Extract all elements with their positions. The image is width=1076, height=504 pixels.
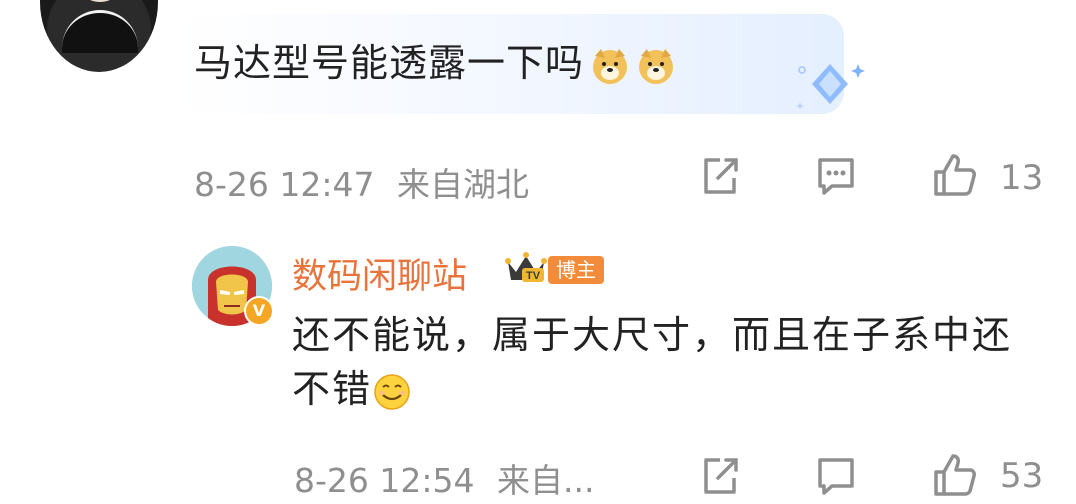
blogger-tag: 博主 — [548, 256, 604, 284]
like-button[interactable] — [930, 150, 978, 202]
comment-icon — [818, 158, 854, 195]
reply-comment-button[interactable] — [812, 452, 860, 504]
reply-like-count: 53 — [1000, 456, 1044, 496]
reply-date: 8-26 12:54 — [294, 461, 475, 500]
thumbs-up-icon — [934, 154, 976, 196]
reply-button[interactable] — [812, 152, 860, 204]
reply-text: 还不能说，属于大尺寸，而且在子系中还不错 — [292, 308, 1022, 416]
comment-text-content: 马达型号能透露一下吗 — [194, 41, 585, 85]
comment-meta: 8-26 12:47 来自湖北 — [194, 158, 529, 206]
reply-share-button[interactable] — [696, 452, 744, 504]
reply-location: 来自... — [497, 461, 595, 500]
share-icon — [704, 458, 738, 494]
comment-location: 来自湖北 — [397, 165, 529, 204]
commenter-avatar[interactable] — [40, 0, 158, 72]
doge-emoji-icon — [636, 46, 676, 86]
share-button[interactable] — [696, 152, 744, 204]
like-count: 13 — [1000, 158, 1044, 198]
crown-icon: TV — [504, 250, 548, 290]
smile-emoji-icon — [372, 372, 412, 412]
diamond-badge-icon — [790, 54, 870, 118]
reply-meta: 8-26 12:54 来自... — [294, 454, 594, 502]
reply-author-name[interactable]: 数码闲聊站 — [292, 248, 467, 299]
comment-text: 马达型号能透露一下吗 — [194, 32, 676, 87]
reply-like-button[interactable] — [930, 450, 978, 502]
comment-icon — [818, 458, 854, 495]
verified-badge-icon: V — [244, 296, 274, 326]
share-icon — [704, 158, 738, 194]
thumbs-up-icon — [934, 454, 976, 496]
doge-emoji-icon — [590, 46, 630, 86]
crown-label: TV — [526, 270, 541, 282]
comment-date: 8-26 12:47 — [194, 165, 375, 204]
